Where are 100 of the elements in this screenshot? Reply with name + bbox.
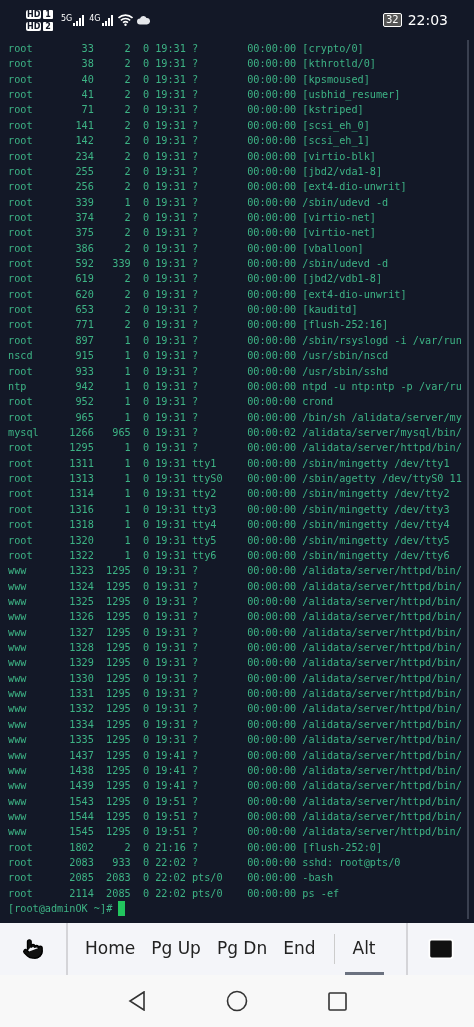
tty-cell-text: ? [190, 226, 200, 241]
tty-cell-text: ? [190, 717, 200, 732]
user-cell-text: root [8, 241, 34, 256]
ppid-cell-text: 1 [123, 456, 131, 471]
command-cell-text: [jbd2/vdb1-8] [301, 272, 383, 287]
user-cell-text: root [8, 272, 34, 287]
cpu-cell-text: 0 [141, 395, 150, 410]
user-cell-text: www [8, 809, 28, 824]
ppid-cell-text: 2 [123, 42, 131, 56]
cpu-cell-text: 0 [141, 502, 150, 517]
tty-cell-text: tty4 [190, 518, 218, 533]
start-time-cell-text: 19:31 [154, 702, 186, 717]
cpu-time-cell-text: 00:00:00 [246, 641, 297, 655]
cpu-time-cell-text: 00:00:00 [246, 687, 297, 702]
user-cell-text: www [8, 687, 28, 702]
extra-key[interactable]: Pg Dn [208, 923, 276, 975]
tty-cell-text: ? [190, 149, 200, 164]
cpu-time-cell-text: 00:00:00 [246, 226, 297, 241]
command-cell-text: /alidata/server/httpd/bin/ [301, 733, 462, 748]
pid-cell-text: 2083 [68, 856, 94, 871]
command-cell-text: [scsi_eh_1] [301, 134, 370, 149]
extra-key[interactable]: Pg Up [143, 923, 209, 975]
cpu-time-cell-text: 00:00:00 [246, 886, 297, 901]
user-cell-text: www [8, 594, 28, 609]
ppid-cell-text: 2 [123, 134, 131, 149]
cpu-time-cell-text: 00:00:00 [246, 856, 297, 871]
tty-cell-text: ? [190, 195, 200, 210]
ppid-cell-text: 1295 [105, 610, 131, 625]
cpu-cell-text: 0 [141, 840, 150, 855]
start-time-cell-text: 19:31 [154, 226, 186, 241]
pid-cell-text: 1266 [68, 426, 94, 440]
tty-cell-text: ? [190, 349, 200, 364]
start-time-cell-text: 19:31 [154, 579, 186, 594]
cpu-time-cell-text: 00:00:00 [246, 763, 297, 778]
ppid-cell-text: 1 [123, 441, 131, 456]
command-cell-text: /alidata/server/httpd/bin/ [301, 441, 462, 456]
cpu-time-cell-text: 00:00:00 [246, 395, 297, 410]
tty-cell-text: ? [190, 180, 200, 195]
command-cell-text: [kpsmoused] [301, 72, 370, 87]
extra-key[interactable]: Home [77, 923, 144, 975]
pid-cell-text: 653 [74, 303, 94, 318]
user-cell-text: www [8, 671, 28, 686]
start-time-cell-text: 19:31 [154, 333, 186, 348]
user-cell-text: www [8, 717, 28, 732]
scrollbar[interactable] [467, 40, 469, 919]
back-icon[interactable] [127, 991, 146, 1011]
home-icon[interactable] [225, 990, 248, 1012]
user-cell-text: root [8, 333, 34, 348]
start-time-cell-text: 19:31 [154, 410, 186, 425]
start-time-cell-text: 19:31 [154, 88, 186, 103]
ppid-cell-text: 2 [123, 103, 131, 118]
cpu-time-cell-text: 00:00:00 [246, 625, 297, 640]
command-cell-text: /alidata/server/httpd/bin/ [301, 717, 462, 732]
tty-cell-text: ? [190, 118, 200, 133]
user-cell-text: root [8, 287, 34, 302]
start-time-cell-text: 19:31 [154, 502, 186, 517]
cpu-time-cell-text: 00:00:00 [246, 794, 297, 809]
extra-key[interactable]: End [275, 923, 324, 975]
cpu-time-cell-text: 00:00:00 [246, 195, 297, 210]
user-cell-text: root [8, 103, 34, 118]
tty-cell-text: ? [190, 318, 200, 333]
tty-cell-text: ? [190, 687, 200, 702]
tty-cell-text: ? [190, 395, 200, 410]
ppid-cell-text: 1 [123, 533, 131, 548]
cpu-cell-text: 0 [141, 702, 150, 717]
user-cell-text: root [8, 257, 34, 272]
recent-apps-icon[interactable] [327, 991, 347, 1011]
pid-cell-text: 1334 [68, 717, 94, 732]
shell-prompt: [root@adminOK ~]# [8, 902, 113, 917]
pid-cell-text: 1335 [68, 733, 94, 748]
tty-cell-text: ? [190, 809, 200, 824]
cpu-cell-text: 0 [141, 533, 150, 548]
tty-cell-text: tty5 [190, 533, 218, 548]
pid-cell-text: 40 [80, 72, 94, 87]
start-time-cell-text: 19:51 [154, 794, 186, 809]
ppid-cell-text: 2083 [105, 871, 131, 886]
command-cell-text: /alidata/server/httpd/bin/ [301, 656, 462, 671]
command-cell-text: /alidata/server/httpd/bin/ [301, 579, 462, 594]
tty-cell-text: ? [190, 426, 200, 440]
ppid-cell-text: 1 [123, 502, 131, 517]
command-cell-text: [kauditd] [301, 303, 358, 318]
tty-cell-text: ? [190, 579, 200, 594]
cpu-time-cell-text: 00:00:00 [246, 594, 297, 609]
user-cell-text: root [8, 57, 34, 72]
user-cell-text: root [8, 118, 34, 133]
cpu-time-cell-text: 00:00:02 [246, 426, 297, 440]
tty-cell-text: ? [190, 257, 200, 272]
cpu-time-cell-text: 00:00:00 [246, 456, 297, 471]
tty-cell-text: ? [190, 641, 200, 655]
start-time-cell-text: 19:31 [154, 456, 186, 471]
cpu-cell-text: 0 [141, 579, 150, 594]
ppid-cell-text: 1295 [105, 717, 131, 732]
ppid-cell-text: 1295 [105, 671, 131, 686]
cpu-cell-text: 0 [141, 717, 150, 732]
start-time-cell-text: 19:31 [154, 134, 186, 149]
cpu-cell-text: 0 [141, 871, 150, 886]
user-cell-text: root [8, 533, 34, 548]
command-cell-text: /alidata/server/httpd/bin/ [301, 825, 462, 840]
tty-cell-text: ? [190, 748, 200, 763]
cpu-time-cell-text: 00:00:00 [246, 717, 297, 732]
